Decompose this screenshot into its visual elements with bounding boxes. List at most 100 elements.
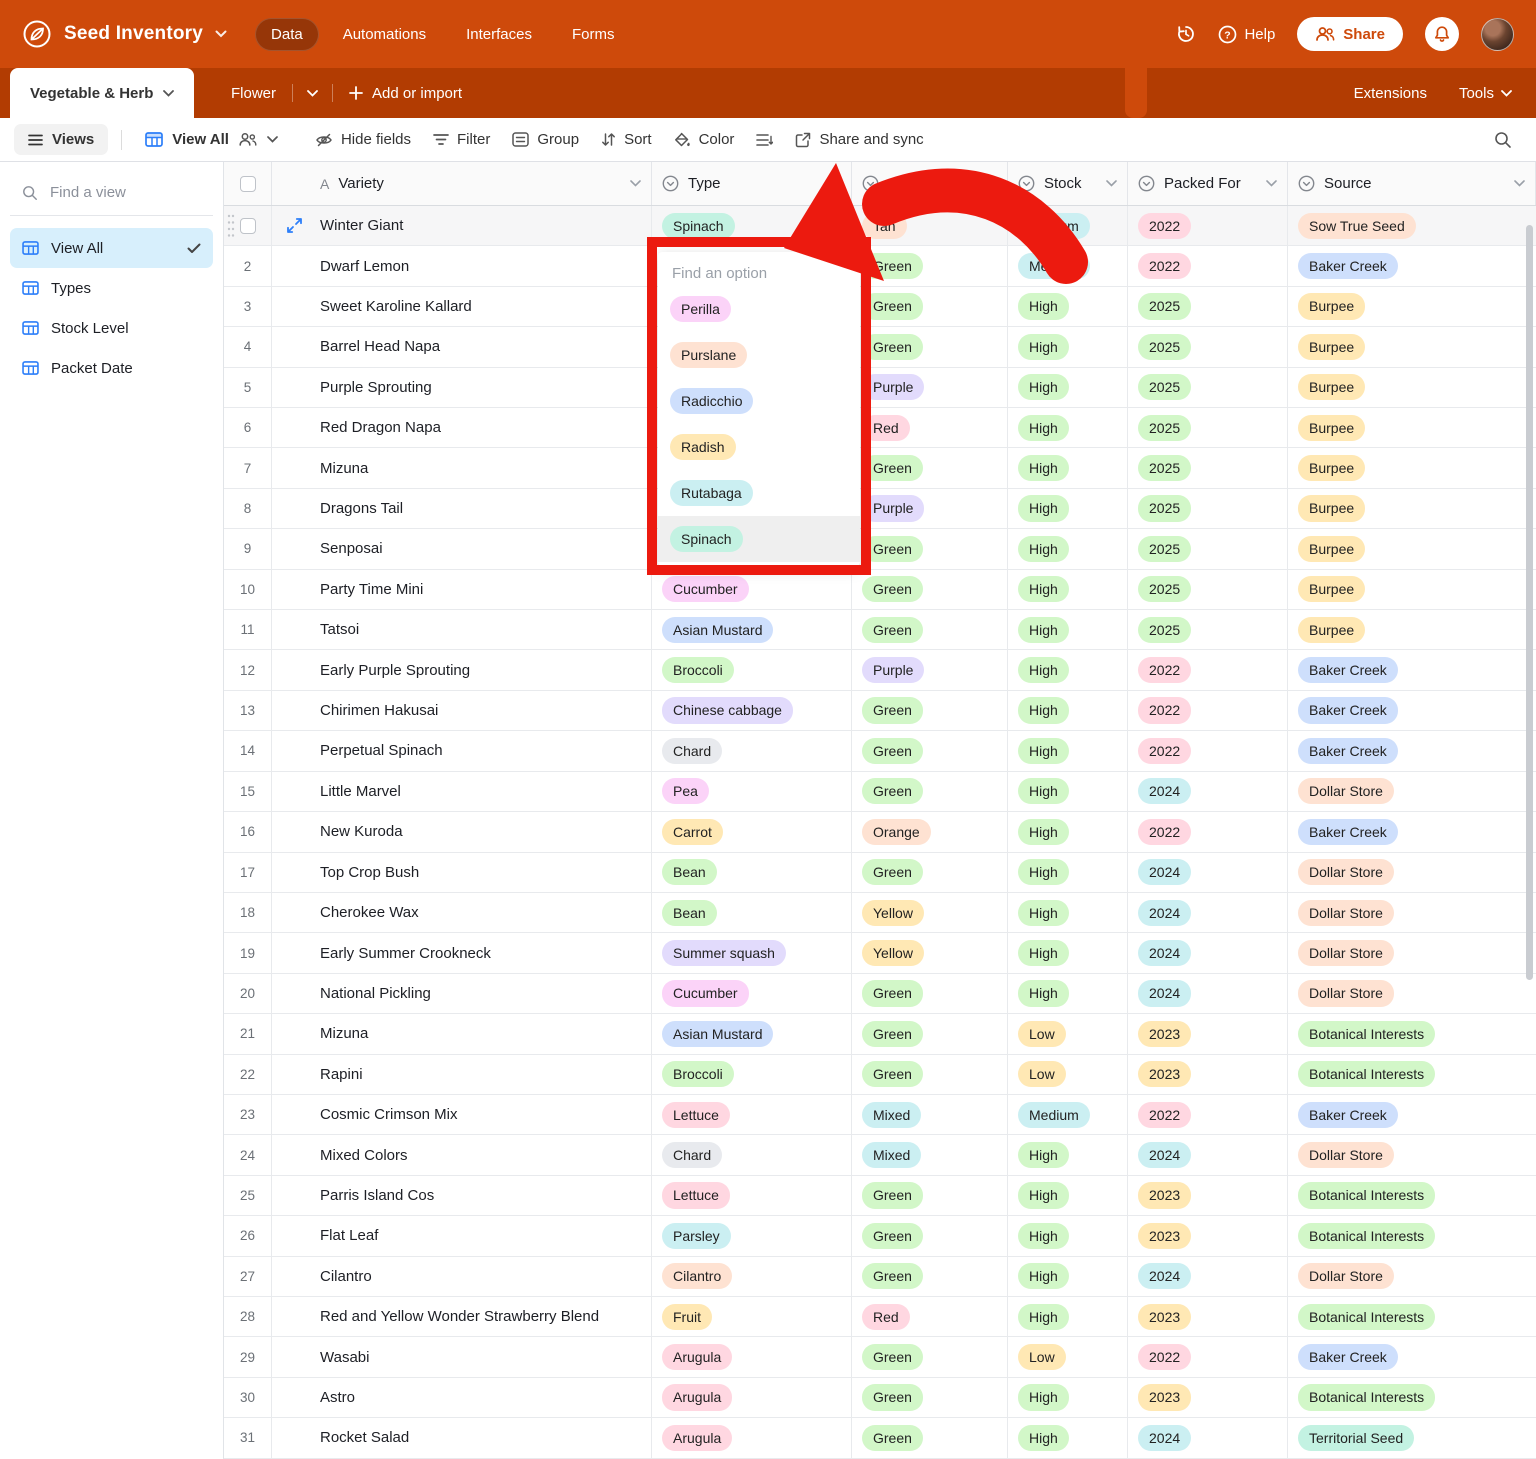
cell-source[interactable]: Burpee — [1288, 448, 1536, 487]
cell-stock[interactable]: High — [1008, 772, 1128, 811]
cell-color[interactable]: Green — [852, 1055, 1008, 1094]
cell-type[interactable]: Pea — [652, 772, 852, 811]
row-number-cell[interactable]: 2 — [224, 246, 272, 285]
cell-source[interactable]: Burpee — [1288, 368, 1536, 407]
cell-source[interactable]: Baker Creek — [1288, 246, 1536, 285]
cell-color[interactable]: Green — [852, 1257, 1008, 1296]
cell-color[interactable]: Mixed — [852, 1095, 1008, 1134]
cell-variety[interactable]: Perpetual Spinach — [272, 731, 652, 770]
row-number-cell[interactable]: 31 — [224, 1418, 272, 1457]
tab-flower[interactable]: Flower — [215, 85, 292, 102]
cell-packed-for[interactable]: 2024 — [1128, 933, 1288, 972]
cell-source[interactable]: Burpee — [1288, 489, 1536, 528]
help-button[interactable]: ? Help — [1218, 25, 1275, 44]
search-button[interactable] — [1484, 125, 1522, 155]
cell-packed-for[interactable]: 2024 — [1128, 853, 1288, 892]
cell-variety[interactable]: Mixed Colors — [272, 1135, 652, 1174]
cell-packed-for[interactable]: 2022 — [1128, 1337, 1288, 1376]
cell-source[interactable]: Botanical Interests — [1288, 1216, 1536, 1255]
cell-color[interactable]: Green — [852, 327, 1008, 366]
cell-variety[interactable]: Dwarf Lemon — [272, 246, 652, 285]
cell-stock[interactable]: High — [1008, 610, 1128, 649]
row-number-cell[interactable]: 6 — [224, 408, 272, 447]
cell-packed-for[interactable]: 2024 — [1128, 1135, 1288, 1174]
cell-packed-for[interactable]: 2024 — [1128, 772, 1288, 811]
cell-packed-for[interactable]: 2025 — [1128, 529, 1288, 568]
cell-color[interactable]: Green — [852, 1337, 1008, 1376]
column-header-variety[interactable]: AVariety — [272, 162, 652, 205]
row-height-button[interactable] — [745, 127, 784, 153]
cell-packed-for[interactable]: 2025 — [1128, 570, 1288, 609]
row-number-cell[interactable]: 14 — [224, 731, 272, 770]
column-header-source[interactable]: Source — [1288, 162, 1536, 205]
cell-stock[interactable]: High — [1008, 1378, 1128, 1417]
cell-source[interactable]: Baker Creek — [1288, 691, 1536, 730]
cell-source[interactable]: Botanical Interests — [1288, 1176, 1536, 1215]
user-avatar[interactable] — [1481, 18, 1514, 51]
cell-color[interactable]: Green — [852, 246, 1008, 285]
cell-type[interactable]: Chard — [652, 1135, 852, 1174]
drag-handle-icon[interactable] — [227, 213, 235, 239]
row-number-cell[interactable]: 25 — [224, 1176, 272, 1215]
cell-type[interactable]: Bean — [652, 893, 852, 932]
tables-dropdown-chevron-icon[interactable] — [293, 90, 332, 97]
cell-source[interactable]: Baker Creek — [1288, 1095, 1536, 1134]
cell-source[interactable]: Baker Creek — [1288, 1337, 1536, 1376]
cell-type[interactable]: Parsley — [652, 1216, 852, 1255]
cell-color[interactable]: Green — [852, 772, 1008, 811]
share-button[interactable]: Share — [1297, 17, 1403, 51]
cell-color[interactable]: Yellow — [852, 933, 1008, 972]
cell-color[interactable]: Green — [852, 1216, 1008, 1255]
cell-packed-for[interactable]: 2025 — [1128, 489, 1288, 528]
row-number-cell[interactable]: 4 — [224, 327, 272, 366]
column-header-color[interactable]: Color — [852, 162, 1008, 205]
cell-source[interactable]: Territorial Seed — [1288, 1418, 1536, 1457]
cell-type[interactable]: Cucumber — [652, 974, 852, 1013]
cell-packed-for[interactable]: 2025 — [1128, 448, 1288, 487]
cell-packed-for[interactable]: 2023 — [1128, 1176, 1288, 1215]
cell-variety[interactable]: Cherokee Wax — [272, 893, 652, 932]
row-number-cell[interactable]: 21 — [224, 1014, 272, 1053]
cell-source[interactable]: Dollar Store — [1288, 1135, 1536, 1174]
sort-button[interactable]: Sort — [590, 125, 663, 154]
cell-color[interactable]: Green — [852, 287, 1008, 326]
cell-packed-for[interactable]: 2025 — [1128, 408, 1288, 447]
cell-stock[interactable]: High — [1008, 853, 1128, 892]
cell-source[interactable]: Botanical Interests — [1288, 1055, 1536, 1094]
cell-type[interactable]: Cilantro — [652, 1257, 852, 1296]
nav-item-forms[interactable]: Forms — [556, 18, 631, 51]
cell-stock[interactable]: High — [1008, 489, 1128, 528]
leaf-logo-icon[interactable] — [22, 19, 52, 49]
cell-color[interactable]: Purple — [852, 489, 1008, 528]
cell-type[interactable]: Carrot — [652, 812, 852, 851]
row-number-cell[interactable]: 17 — [224, 853, 272, 892]
cell-variety[interactable]: Red and Yellow Wonder Strawberry Blend — [272, 1297, 652, 1336]
cell-stock[interactable]: High — [1008, 974, 1128, 1013]
cell-type[interactable]: Spinach — [652, 206, 852, 245]
cell-variety[interactable]: National Pickling — [272, 974, 652, 1013]
cell-color[interactable]: Green — [852, 1378, 1008, 1417]
cell-stock[interactable]: High — [1008, 529, 1128, 568]
cell-stock[interactable]: High — [1008, 327, 1128, 366]
cell-color[interactable]: Green — [852, 691, 1008, 730]
cell-stock[interactable]: High — [1008, 1135, 1128, 1174]
cell-color[interactable]: Green — [852, 570, 1008, 609]
cell-packed-for[interactable]: 2024 — [1128, 1257, 1288, 1296]
cell-color[interactable]: Green — [852, 1176, 1008, 1215]
filter-button[interactable]: Filter — [422, 125, 501, 154]
cell-color[interactable]: Mixed — [852, 1135, 1008, 1174]
find-view-search[interactable] — [10, 184, 213, 216]
cell-color[interactable]: Purple — [852, 368, 1008, 407]
hide-fields-button[interactable]: Hide fields — [304, 125, 422, 154]
cell-stock[interactable]: High — [1008, 691, 1128, 730]
app-title-chevron-icon[interactable] — [215, 30, 227, 38]
cell-variety[interactable]: Flat Leaf — [272, 1216, 652, 1255]
cell-variety[interactable]: Cosmic Crimson Mix — [272, 1095, 652, 1134]
row-number-cell[interactable]: 29 — [224, 1337, 272, 1376]
row-number-cell[interactable]: 16 — [224, 812, 272, 851]
cell-type[interactable]: Cucumber — [652, 570, 852, 609]
cell-variety[interactable]: Mizuna — [272, 448, 652, 487]
cell-stock[interactable]: High — [1008, 368, 1128, 407]
cell-variety[interactable]: Barrel Head Napa — [272, 327, 652, 366]
row-number-cell[interactable]: 9 — [224, 529, 272, 568]
